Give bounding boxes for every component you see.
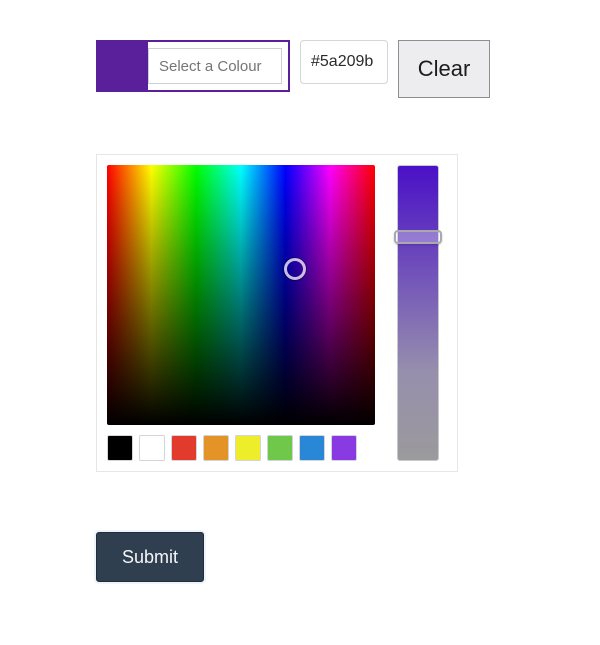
sv-cursor <box>284 258 306 280</box>
preset-swatch-black[interactable] <box>107 435 133 461</box>
color-picker-panel <box>96 154 458 472</box>
submit-row: Submit <box>96 532 580 582</box>
preset-swatch-green[interactable] <box>267 435 293 461</box>
preset-swatch-white[interactable] <box>139 435 165 461</box>
hue-slider[interactable] <box>397 165 439 461</box>
hue-column <box>397 165 439 461</box>
current-color-swatch <box>98 42 148 90</box>
preset-swatch-red[interactable] <box>171 435 197 461</box>
preset-swatch-yellow[interactable] <box>235 435 261 461</box>
color-swatch-field[interactable] <box>96 40 290 92</box>
preset-swatch-row <box>107 435 375 461</box>
preset-swatch-blue[interactable] <box>299 435 325 461</box>
submit-button[interactable]: Submit <box>96 532 204 582</box>
preset-swatch-purple[interactable] <box>331 435 357 461</box>
preset-swatch-orange[interactable] <box>203 435 229 461</box>
color-input-row: Clear <box>96 40 580 98</box>
color-name-input[interactable] <box>148 48 282 84</box>
hex-input[interactable] <box>300 40 388 84</box>
clear-button[interactable]: Clear <box>398 40 490 98</box>
saturation-value-area[interactable] <box>107 165 375 425</box>
picker-left-column <box>107 165 375 461</box>
hue-thumb[interactable] <box>394 230 442 244</box>
